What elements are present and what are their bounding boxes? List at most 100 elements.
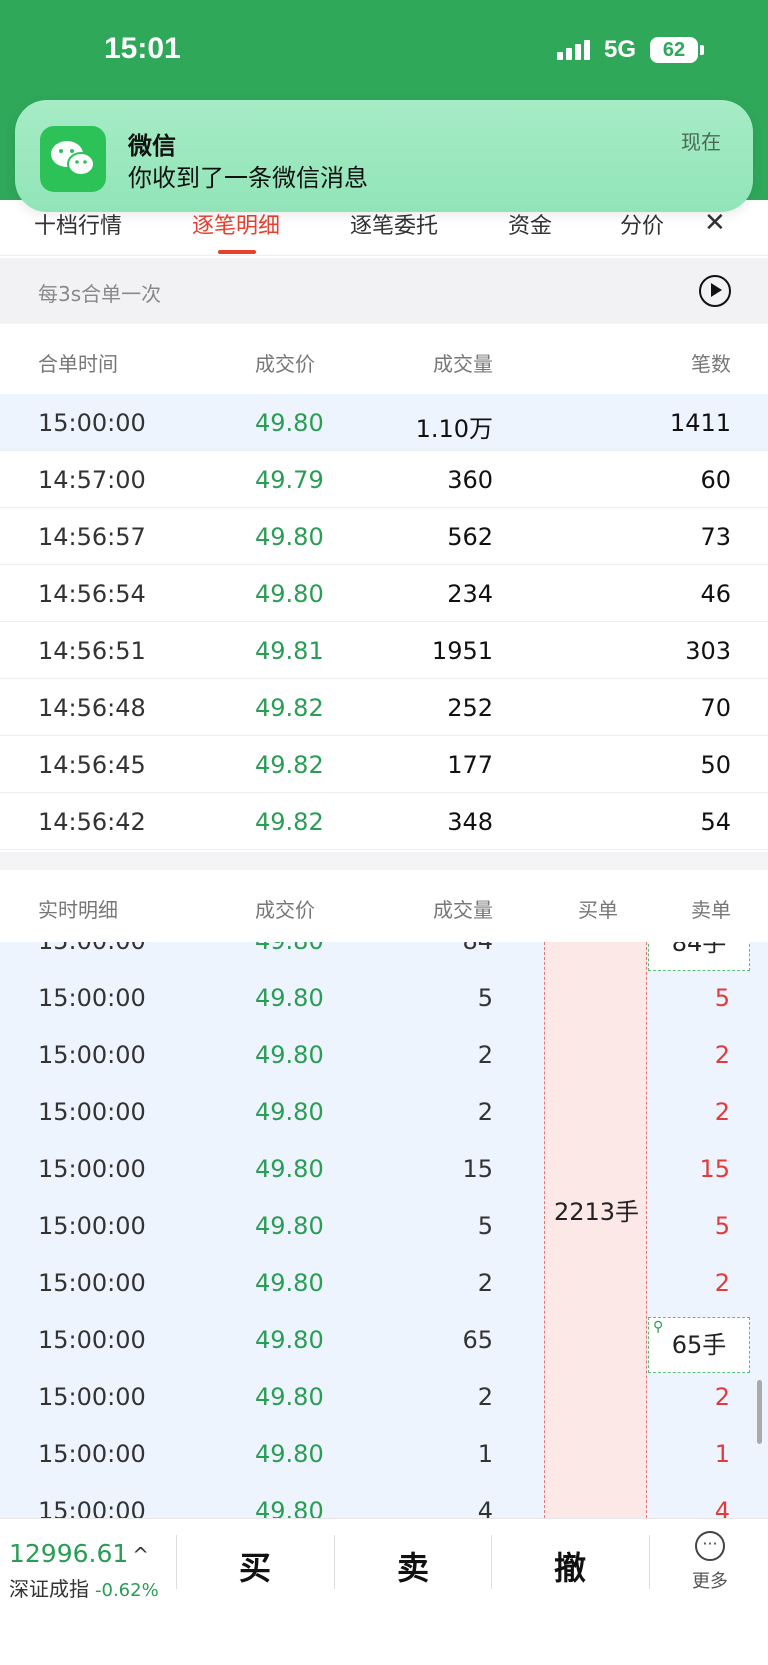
tab-tick-order[interactable]: 逐笔委托 xyxy=(350,208,438,240)
row-count: 70 xyxy=(700,694,731,722)
list-item[interactable]: 15:00:00 49.80 15 xyxy=(0,1143,544,1200)
tab-price-distribution[interactable]: 分价 xyxy=(620,208,664,240)
sell-button[interactable]: 卖 xyxy=(383,1543,443,1589)
list-item[interactable]: 15:00:00 49.80 2 xyxy=(0,1029,544,1086)
row-time: 15:00:00 xyxy=(38,984,146,1012)
sell-amount: 5 xyxy=(714,984,730,1012)
row-volume: 252 xyxy=(447,694,493,722)
list-item[interactable]: 15:00:00 49.80 2 xyxy=(0,1086,544,1143)
row-volume: 2 xyxy=(477,1098,493,1126)
header-buy-order: 买单 xyxy=(578,898,618,922)
row-time: 15:00:00 xyxy=(38,1440,146,1468)
index-widget[interactable]: 12996.61 ^ xyxy=(9,1539,149,1568)
table-row[interactable]: 15:00:00 49.80 1.10万 1411 xyxy=(0,394,768,451)
more-label: 更多 xyxy=(692,1571,728,1592)
row-volume: 2 xyxy=(477,1269,493,1297)
notification-time: 现在 xyxy=(681,130,721,154)
row-time: 14:57:00 xyxy=(38,466,146,494)
merge-notice-bar: 每3s合单一次 xyxy=(0,258,768,324)
index-info: 深证成指 -0.62% xyxy=(9,1573,159,1602)
row-price: 49.80 xyxy=(255,580,324,608)
sell-lot-box: 84手 xyxy=(648,942,750,971)
row-count: 1411 xyxy=(669,409,731,437)
row-volume: 348 xyxy=(447,808,493,836)
notification-message: 你收到了一条微信消息 xyxy=(128,164,368,192)
play-icon[interactable] xyxy=(699,275,731,307)
network-label: 5G xyxy=(603,36,636,63)
table-row[interactable]: 14:56:51 49.81 1951 303 xyxy=(0,622,768,679)
divider xyxy=(176,1535,177,1589)
tab-level10[interactable]: 十档行情 xyxy=(34,208,122,240)
row-volume: 65 xyxy=(462,1326,493,1354)
row-price: 49.80 xyxy=(255,984,324,1012)
header-realtime-detail: 实时明细 xyxy=(38,898,118,922)
list-item[interactable]: 15:00:00 49.80 5 xyxy=(0,972,544,1029)
buy-button[interactable]: 买 xyxy=(225,1543,285,1589)
realtime-table-header: 实时明细 成交价 成交量 买单 卖单 xyxy=(0,870,768,942)
cancel-order-button[interactable]: 撤 xyxy=(540,1543,600,1589)
row-price: 49.80 xyxy=(255,409,324,437)
row-price: 49.80 xyxy=(255,523,324,551)
sell-amount: 1 xyxy=(714,1440,730,1468)
header-sell-order: 卖单 xyxy=(691,898,731,922)
table-row[interactable]: 14:56:42 49.82 348 54 xyxy=(0,793,768,850)
table-row[interactable]: 14:56:54 49.80 234 46 xyxy=(0,565,768,622)
list-item[interactable]: 15:00:00 49.80 5 xyxy=(0,1200,544,1257)
table-row[interactable]: 14:56:57 49.80 562 73 xyxy=(0,508,768,565)
table-row[interactable]: 14:56:45 49.82 177 50 xyxy=(0,736,768,793)
list-item[interactable]: 15:00:00 49.80 2 xyxy=(0,1257,544,1314)
row-volume: 5 xyxy=(477,984,493,1012)
row-price: 49.80 xyxy=(255,1497,324,1518)
row-volume: 562 xyxy=(447,523,493,551)
row-time: 15:00:00 xyxy=(38,942,146,955)
tab-tick-detail[interactable]: 逐笔明细 xyxy=(192,208,280,240)
header-price: 成交价 xyxy=(255,352,315,376)
divider xyxy=(649,1535,650,1589)
more-button[interactable]: 更多 xyxy=(680,1531,740,1593)
header-volume: 成交量 xyxy=(433,352,493,376)
tab-capital[interactable]: 资金 xyxy=(508,208,552,240)
active-tab-indicator xyxy=(218,250,256,254)
sell-amount: 15 xyxy=(699,1155,730,1183)
section-divider xyxy=(0,852,768,870)
status-indicators: 5G 62 xyxy=(556,36,704,64)
row-volume: 84 xyxy=(462,942,493,955)
row-time: 14:56:42 xyxy=(38,808,146,836)
row-time: 15:00:00 xyxy=(38,1155,146,1183)
header-volume: 成交量 xyxy=(433,898,493,922)
table-row[interactable]: 14:56:48 49.82 252 70 xyxy=(0,679,768,736)
row-price: 49.80 xyxy=(255,1155,324,1183)
row-price: 49.80 xyxy=(255,1440,324,1468)
row-price: 49.80 xyxy=(255,1383,324,1411)
row-time: 15:00:00 xyxy=(38,1326,146,1354)
row-volume: 15 xyxy=(462,1155,493,1183)
row-time: 14:56:48 xyxy=(38,694,146,722)
sell-amount: 2 xyxy=(714,1269,730,1297)
wechat-icon xyxy=(40,126,106,192)
wechat-notification[interactable]: 微信 你收到了一条微信消息 现在 xyxy=(15,100,753,212)
realtime-list[interactable]: 2213手 15:00:00 49.80 84 84手 15:00:00 49.… xyxy=(0,942,768,1518)
row-price: 49.80 xyxy=(255,942,324,955)
row-price: 49.80 xyxy=(255,1098,324,1126)
list-item[interactable]: 15:00:00 49.80 4 xyxy=(0,1485,544,1518)
more-icon xyxy=(695,1531,725,1561)
list-item[interactable]: 15:00:00 49.80 1 xyxy=(0,1428,544,1485)
list-item[interactable]: 15:00:00 49.80 65 xyxy=(0,1314,544,1371)
row-price: 49.80 xyxy=(255,1269,324,1297)
row-price: 49.82 xyxy=(255,751,324,779)
row-time: 15:00:00 xyxy=(38,1212,146,1240)
sell-lot-box: ⚲ 65手 xyxy=(648,1317,750,1373)
row-count: 50 xyxy=(700,751,731,779)
row-price: 49.80 xyxy=(255,1326,324,1354)
chevron-up-icon: ^ xyxy=(132,1543,150,1567)
row-volume: 4 xyxy=(477,1497,493,1518)
row-price: 49.82 xyxy=(255,808,324,836)
row-time: 15:00:00 xyxy=(38,1383,146,1411)
list-item[interactable]: 15:00:00 49.80 2 xyxy=(0,1371,544,1428)
list-item[interactable]: 15:00:00 49.80 84 xyxy=(0,942,544,972)
table-row[interactable]: 14:57:00 49.79 360 60 xyxy=(0,451,768,508)
row-volume: 2 xyxy=(477,1383,493,1411)
scrollbar[interactable] xyxy=(757,1380,762,1444)
close-icon[interactable]: ✕ xyxy=(704,208,726,238)
row-volume: 360 xyxy=(447,466,493,494)
